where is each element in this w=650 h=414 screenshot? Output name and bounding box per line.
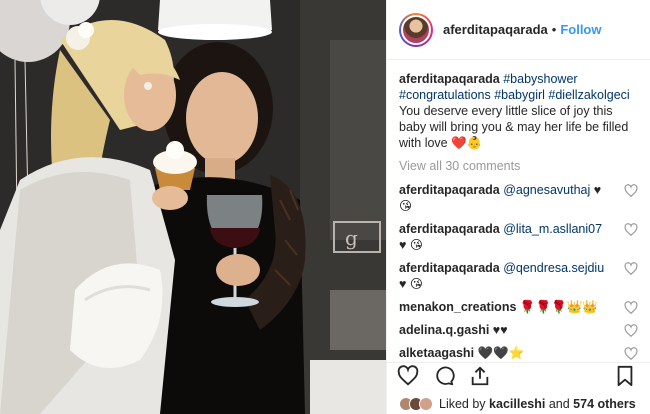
like-button[interactable] [397, 364, 423, 391]
header-username[interactable]: aferditapaqarada [443, 22, 548, 37]
comment-body: 🖤🖤⭐ [477, 346, 525, 360]
heart-icon [397, 364, 419, 385]
post-modal: g aferditapaqarada • Follow aferditapaqa… [0, 0, 650, 414]
post-header: aferditapaqarada • Follow [387, 0, 650, 60]
caption-username[interactable]: aferditapaqarada [399, 72, 500, 86]
caption-emoji: ❤️👶 [451, 136, 483, 150]
comment-body: 🌹🌹🌹👑👑 [519, 300, 598, 314]
comment-username[interactable]: aferditapaqarada [399, 261, 500, 275]
comment-username[interactable]: aferditapaqarada [399, 222, 500, 236]
view-all-comments-link[interactable]: View all 30 comments [399, 159, 638, 173]
comment-like-heart-icon[interactable] [624, 262, 638, 276]
share-icon [471, 366, 489, 385]
comment-username[interactable]: aferditapaqarada [399, 183, 500, 197]
comment-row: menakon_creations 🌹🌹🌹👑👑 [399, 299, 638, 315]
comment-text: alketaagashi 🖤🖤⭐ [399, 345, 609, 361]
comment-mention[interactable]: @lita_m.asllani07 [503, 222, 602, 236]
comment-bubble-icon [436, 366, 455, 385]
avatar[interactable] [401, 14, 431, 45]
likes-user[interactable]: kacilleshi [489, 397, 545, 411]
comment-body: ♥ 😘 [399, 277, 423, 291]
likes-connector: and [548, 397, 570, 411]
comment-like-heart-icon[interactable] [624, 301, 638, 315]
header-separator: • [551, 22, 557, 37]
comment-row: alketaagashi 🖤🖤⭐ [399, 345, 638, 361]
comment-mention[interactable]: @agnesavuthaj [503, 183, 590, 197]
comment-text: adelina.q.gashi ♥♥ [399, 322, 609, 338]
likes-summary[interactable]: Liked by kacilleshi and 574 others [387, 394, 650, 414]
bookmark-icon [617, 365, 633, 386]
likes-prefix: Liked by [439, 397, 486, 411]
comment-rows: aferditapaqarada @agnesavuthaj ♥😘 aferdit… [399, 182, 638, 361]
comment-body: ♥♥ [492, 323, 508, 337]
comment-like-heart-icon[interactable] [624, 223, 638, 237]
likes-text: Liked by kacilleshi and 574 others [439, 397, 636, 411]
svg-text:g: g [345, 226, 358, 250]
comment-username[interactable]: alketaagashi [399, 346, 474, 360]
comments-list[interactable]: aferditapaqarada #babyshower #congratula… [387, 61, 650, 361]
comment-text: aferditapaqarada @agnesavuthaj ♥😘 [399, 182, 609, 214]
comment-button[interactable] [433, 365, 459, 391]
comment-text: aferditapaqarada @qendresa.sejdiu ♥ 😘 [399, 260, 609, 292]
comment-row: adelina.q.gashi ♥♥ [399, 322, 638, 338]
story-ring[interactable] [399, 12, 433, 47]
post-photo[interactable]: g [0, 0, 386, 414]
caption-text: You deserve every little slice of joy th… [399, 104, 629, 150]
comment-row: aferditapaqarada @qendresa.sejdiu ♥ 😘 [399, 260, 638, 292]
comment-username[interactable]: menakon_creations [399, 300, 516, 314]
post-actions [387, 362, 650, 392]
liker-avatar [419, 397, 433, 411]
post-side-panel: aferditapaqarada • Follow aferditapaqara… [386, 0, 650, 414]
photo-illustration: g [0, 0, 386, 414]
comment-text: aferditapaqarada @lita_m.asllani07 ♥ 😘 [399, 221, 609, 253]
comment-like-heart-icon[interactable] [624, 347, 638, 361]
comment-like-heart-icon[interactable] [624, 324, 638, 338]
comment-row: aferditapaqarada @agnesavuthaj ♥😘 [399, 182, 638, 214]
likes-others[interactable]: 574 others [573, 397, 636, 411]
comment-like-heart-icon[interactable] [624, 184, 638, 198]
comment-text: menakon_creations 🌹🌹🌹👑👑 [399, 299, 609, 315]
comment-row: aferditapaqarada @lita_m.asllani07 ♥ 😘 [399, 221, 638, 253]
comment-mention[interactable]: @qendresa.sejdiu [503, 261, 604, 275]
post-caption: aferditapaqarada #babyshower #congratula… [399, 71, 638, 151]
save-button[interactable] [614, 365, 640, 391]
share-button[interactable] [469, 365, 495, 391]
follow-button[interactable]: Follow [560, 22, 601, 37]
comment-body: ♥ 😘 [399, 238, 423, 252]
comment-username[interactable]: adelina.q.gashi [399, 323, 489, 337]
